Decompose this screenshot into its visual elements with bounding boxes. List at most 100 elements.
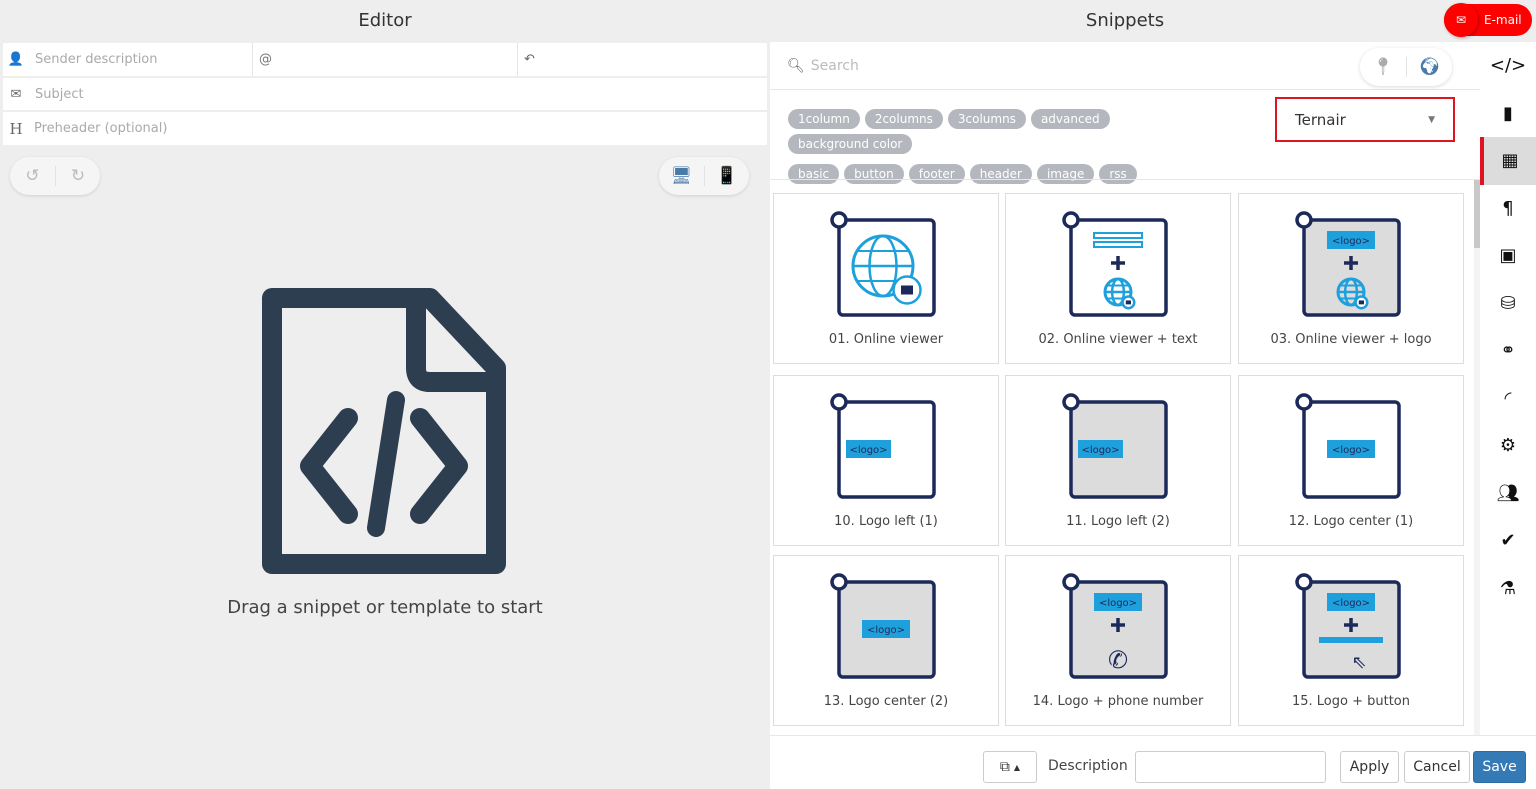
frame-corner-mark <box>1295 393 1313 411</box>
tool-rail: </> ▮ ▦ ¶ ▣ ⛁ ⚭ ◜ ⚙ 👥︎ ✔ ⚗ <box>1480 42 1536 789</box>
sender-row: 👤 Sender description @ ↶ <box>3 43 767 76</box>
frame-corner-mark <box>1062 573 1080 591</box>
phone-mark: ✆ <box>1108 646 1128 674</box>
description-input[interactable] <box>1135 751 1326 783</box>
sender-description-field[interactable]: 👤 Sender description <box>3 43 253 76</box>
location-pin-button[interactable]: 📍︎ <box>1360 57 1406 77</box>
snippet-thumbnail: <logo> <box>1295 393 1401 499</box>
cursor-mark: ⇖ <box>1351 652 1366 673</box>
code-file-icon <box>262 288 506 574</box>
save-button[interactable]: Save <box>1473 751 1526 783</box>
undo-button[interactable]: ↺ <box>10 166 55 186</box>
chevron-down-icon: ▼ <box>1428 114 1435 125</box>
brand-select[interactable]: Ternair ▼ <box>1275 97 1455 142</box>
snippet-card-label: 02. Online viewer + text <box>1038 332 1198 347</box>
frame-corner-mark <box>830 393 848 411</box>
sender-email-field[interactable]: @ <box>253 43 518 76</box>
mobile-view-button[interactable]: 📱 <box>704 166 749 186</box>
snippet-card[interactable]: <logo> 11. Logo left (2) <box>1005 375 1295 546</box>
snippet-card[interactable]: <logo> ✆ 14. Logo + phone number <box>1005 555 1295 726</box>
logo-text: <logo> <box>1332 598 1370 609</box>
snippets-panel: Snippets 🔍︎ Search 📍︎ 🌍︎ 1column 2columns 3c… <box>770 0 1528 789</box>
copy-dropdown-button[interactable]: ⧉ ▲ <box>983 751 1037 783</box>
paragraph-icon[interactable]: ¶ <box>1480 185 1536 233</box>
tag-filter[interactable]: advanced <box>1030 109 1110 129</box>
caret-up-icon: ▲ <box>1013 762 1021 772</box>
tag-filter[interactable]: background color <box>788 134 913 154</box>
tag-filter[interactable]: 3columns <box>947 109 1026 129</box>
cancel-button[interactable]: Cancel <box>1404 751 1470 783</box>
snippet-card[interactable]: 02. Online viewer + text <box>1005 193 1295 364</box>
frame-corner-mark <box>1062 211 1080 229</box>
tag-filter[interactable]: 2columns <box>864 109 943 129</box>
apply-button[interactable]: Apply <box>1340 751 1399 783</box>
preheader-placeholder: Preheader (optional) <box>34 121 168 136</box>
code-icon[interactable]: </> <box>1480 42 1536 90</box>
snippet-card[interactable]: <logo> 03. Online viewer + logo <box>1238 193 1528 364</box>
snippets-grid-icon[interactable]: ▦ <box>1480 137 1536 185</box>
tag-filter[interactable]: image <box>1036 164 1095 184</box>
snippet-card[interactable]: <logo> 10. Logo left (1) <box>773 375 1063 546</box>
snippet-card-label: 03. Online viewer + logo <box>1270 332 1432 347</box>
editor-title: Editor <box>358 10 412 31</box>
tag-filter[interactable]: footer <box>908 164 965 184</box>
subject-field[interactable]: ✉ Subject <box>3 78 767 110</box>
heading-icon: H <box>9 119 23 138</box>
logo-text: <logo> <box>867 625 905 636</box>
tag-filter[interactable]: basic <box>788 164 840 184</box>
global-button[interactable]: 🌍︎ <box>1406 57 1452 77</box>
gear-icon[interactable]: ⚙ <box>1480 422 1536 470</box>
tag-filter[interactable]: rss <box>1099 164 1137 184</box>
file-icon[interactable]: ▮ <box>1480 90 1536 138</box>
email-label: E-mail <box>1484 13 1522 27</box>
snippet-thumbnail: <logo> ✆ <box>1062 573 1168 679</box>
envelope-icon: ✉ <box>1444 3 1478 37</box>
scope-toggle: 📍︎ 🌍︎ <box>1360 48 1452 86</box>
snippet-thumbnail: <logo> <box>1295 211 1401 317</box>
mail-badge-envelope <box>901 285 913 295</box>
editor-panel: Editor 👤 Sender description @ ↶ ✉ Subject … <box>0 0 770 789</box>
preheader-field[interactable]: H Preheader (optional) <box>3 112 767 145</box>
tag-list: 1column 2columns 3columns advanced backgroun… <box>788 109 1228 184</box>
reply-icon: ↶ <box>524 52 535 67</box>
envelope-icon: ✉ <box>10 86 22 102</box>
brand-select-value: Ternair <box>1295 110 1346 129</box>
sender-placeholder: Sender description <box>35 52 158 67</box>
logo-text: <logo> <box>1332 445 1370 456</box>
link-icon[interactable]: ⚭ <box>1480 327 1536 375</box>
snippets-title: Snippets <box>770 0 1480 42</box>
database-icon[interactable]: ⛁ <box>1480 280 1536 328</box>
frame-corner-mark <box>830 211 848 229</box>
check-icon[interactable]: ✔ <box>1480 517 1536 565</box>
rss-icon[interactable]: ◜ <box>1480 375 1536 423</box>
snippet-card[interactable]: <logo> ⇖ 15. Logo + button <box>1238 555 1528 726</box>
mail-badge-envelope <box>1358 300 1364 305</box>
reply-to-field[interactable]: ↶ <box>518 43 767 76</box>
snippet-card[interactable]: <logo> 12. Logo center (1) <box>1238 375 1528 546</box>
desktop-view-button[interactable]: 🖥 <box>659 166 704 186</box>
frame-corner-mark <box>1062 393 1080 411</box>
empty-editor-message: Drag a snippet or template to start <box>227 597 543 618</box>
snippet-card-label: 11. Logo left (2) <box>1066 514 1170 529</box>
redo-button[interactable]: ↻ <box>55 166 100 186</box>
flask-icon[interactable]: ⚗ <box>1480 565 1536 613</box>
frame-corner-mark <box>1295 211 1313 229</box>
snippet-thumbnail: <logo> <box>1062 393 1168 499</box>
preview-mode-group: 🖥 📱 <box>659 157 749 195</box>
at-label: @ <box>259 52 272 67</box>
logo-text: <logo> <box>1099 598 1137 609</box>
tag-filter[interactable]: header <box>969 164 1032 184</box>
users-icon[interactable]: 👥︎ <box>1480 470 1536 518</box>
email-mode-button[interactable]: ✉ E-mail <box>1444 3 1532 37</box>
snippet-thumbnail: <logo> <box>830 573 936 679</box>
frame-corner-mark <box>1295 573 1313 591</box>
tag-filter[interactable]: button <box>844 164 904 184</box>
snippet-card[interactable]: 01. Online viewer <box>773 193 1063 364</box>
image-icon[interactable]: ▣ <box>1480 232 1536 280</box>
search-icon: 🔍︎ <box>787 57 805 74</box>
tag-filter[interactable]: 1column <box>788 109 860 129</box>
snippet-card[interactable]: <logo> 13. Logo center (2) <box>773 555 1063 726</box>
logo-text: <logo> <box>1332 236 1370 247</box>
snippet-thumbnail <box>1062 211 1168 317</box>
logo-text: <logo> <box>849 445 887 456</box>
